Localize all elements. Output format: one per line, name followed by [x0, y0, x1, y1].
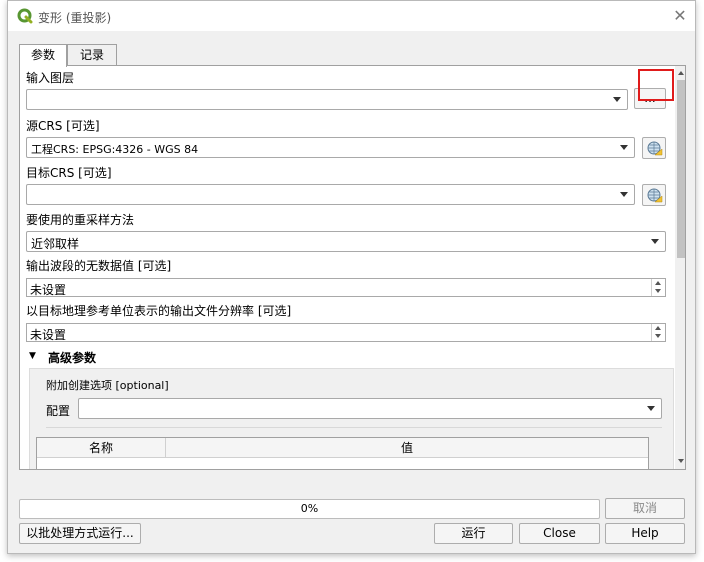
progress-text: 0%	[300, 502, 319, 515]
parameters-panel: 输入图层 ... 源CRS [可选] 工程CRS: EPSG:4326 - WG…	[19, 65, 686, 470]
advanced-params-header[interactable]: 高级参数	[48, 349, 96, 366]
cancel-button[interactable]: 取消	[605, 498, 685, 519]
scroll-up-icon[interactable]	[678, 71, 684, 75]
source-crs-label: 源CRS [可选]	[26, 119, 100, 133]
chevron-down-icon	[620, 192, 628, 197]
collapse-triangle-icon[interactable]: ▼	[29, 351, 36, 361]
close-icon[interactable]: ✕	[671, 7, 689, 25]
spin-down-icon[interactable]	[655, 334, 661, 338]
nodata-spinbox[interactable]: 未设置	[26, 278, 666, 297]
help-button[interactable]: Help	[605, 523, 685, 544]
spin-down-icon[interactable]	[655, 289, 661, 293]
chevron-down-icon	[647, 406, 655, 411]
dialog-window: 变形 (重投影) ✕ 参数 记录 输入图层 ... 源CRS [可选] 工程CR…	[7, 0, 696, 554]
resampling-label: 要使用的重采样方法	[26, 213, 135, 227]
profile-label: 配置	[46, 404, 71, 418]
globe-crs-icon	[647, 188, 663, 203]
resampling-value: 近邻取样	[31, 237, 80, 251]
scroll-down-icon[interactable]	[678, 459, 684, 463]
chevron-down-icon	[620, 145, 628, 150]
source-crs-value: 工程CRS: EPSG:4326 - WGS 84	[31, 143, 199, 156]
title-bar: 变形 (重投影) ✕	[8, 1, 695, 31]
target-crs-label: 目标CRS [可选]	[26, 166, 112, 180]
profile-combo[interactable]	[78, 398, 662, 419]
scroll-thumb[interactable]	[677, 80, 685, 258]
vertical-scrollbar[interactable]	[675, 66, 685, 469]
resolution-spinbox[interactable]: 未设置	[26, 323, 666, 342]
target-crs-combo[interactable]	[26, 184, 635, 205]
spin-up-icon[interactable]	[655, 281, 661, 285]
source-crs-select-button[interactable]	[642, 137, 666, 159]
globe-crs-icon	[647, 141, 663, 156]
run-button[interactable]: 运行	[434, 523, 513, 544]
spin-buttons[interactable]	[651, 279, 665, 296]
spin-buttons[interactable]	[651, 324, 665, 341]
chevron-down-icon	[613, 97, 621, 102]
close-button[interactable]: Close	[519, 523, 600, 544]
resolution-label: 以目标地理参考单位表示的输出文件分辨率 [可选]	[26, 304, 292, 318]
target-crs-select-button[interactable]	[642, 184, 666, 206]
advanced-group: 附加创建选项 [optional] 配置 名称 值	[29, 368, 674, 469]
input-layer-combo[interactable]	[26, 89, 628, 110]
nodata-label: 输出波段的无数据值 [可选]	[26, 259, 172, 273]
input-layer-label: 输入图层	[26, 71, 75, 85]
column-header-name[interactable]: 名称	[37, 438, 166, 458]
qgis-logo-icon	[17, 8, 33, 24]
create-options-label: 附加创建选项 [optional]	[46, 379, 169, 392]
source-crs-combo[interactable]: 工程CRS: EPSG:4326 - WGS 84	[26, 137, 635, 158]
tab-log[interactable]: 记录	[67, 44, 117, 65]
spin-up-icon[interactable]	[655, 326, 661, 330]
column-header-value[interactable]: 值	[166, 438, 648, 458]
resolution-value: 未设置	[30, 328, 67, 342]
divider	[46, 427, 662, 428]
chevron-down-icon	[651, 239, 659, 244]
tab-parameters[interactable]: 参数	[19, 44, 67, 67]
highlight-box	[638, 69, 674, 101]
resampling-combo[interactable]: 近邻取样	[26, 231, 666, 252]
window-title: 变形 (重投影)	[38, 11, 112, 25]
nodata-value: 未设置	[30, 283, 67, 297]
options-table[interactable]: 名称 值	[36, 437, 649, 469]
progress-bar: 0%	[19, 499, 600, 519]
batch-run-button[interactable]: 以批处理方式运行...	[19, 523, 141, 544]
